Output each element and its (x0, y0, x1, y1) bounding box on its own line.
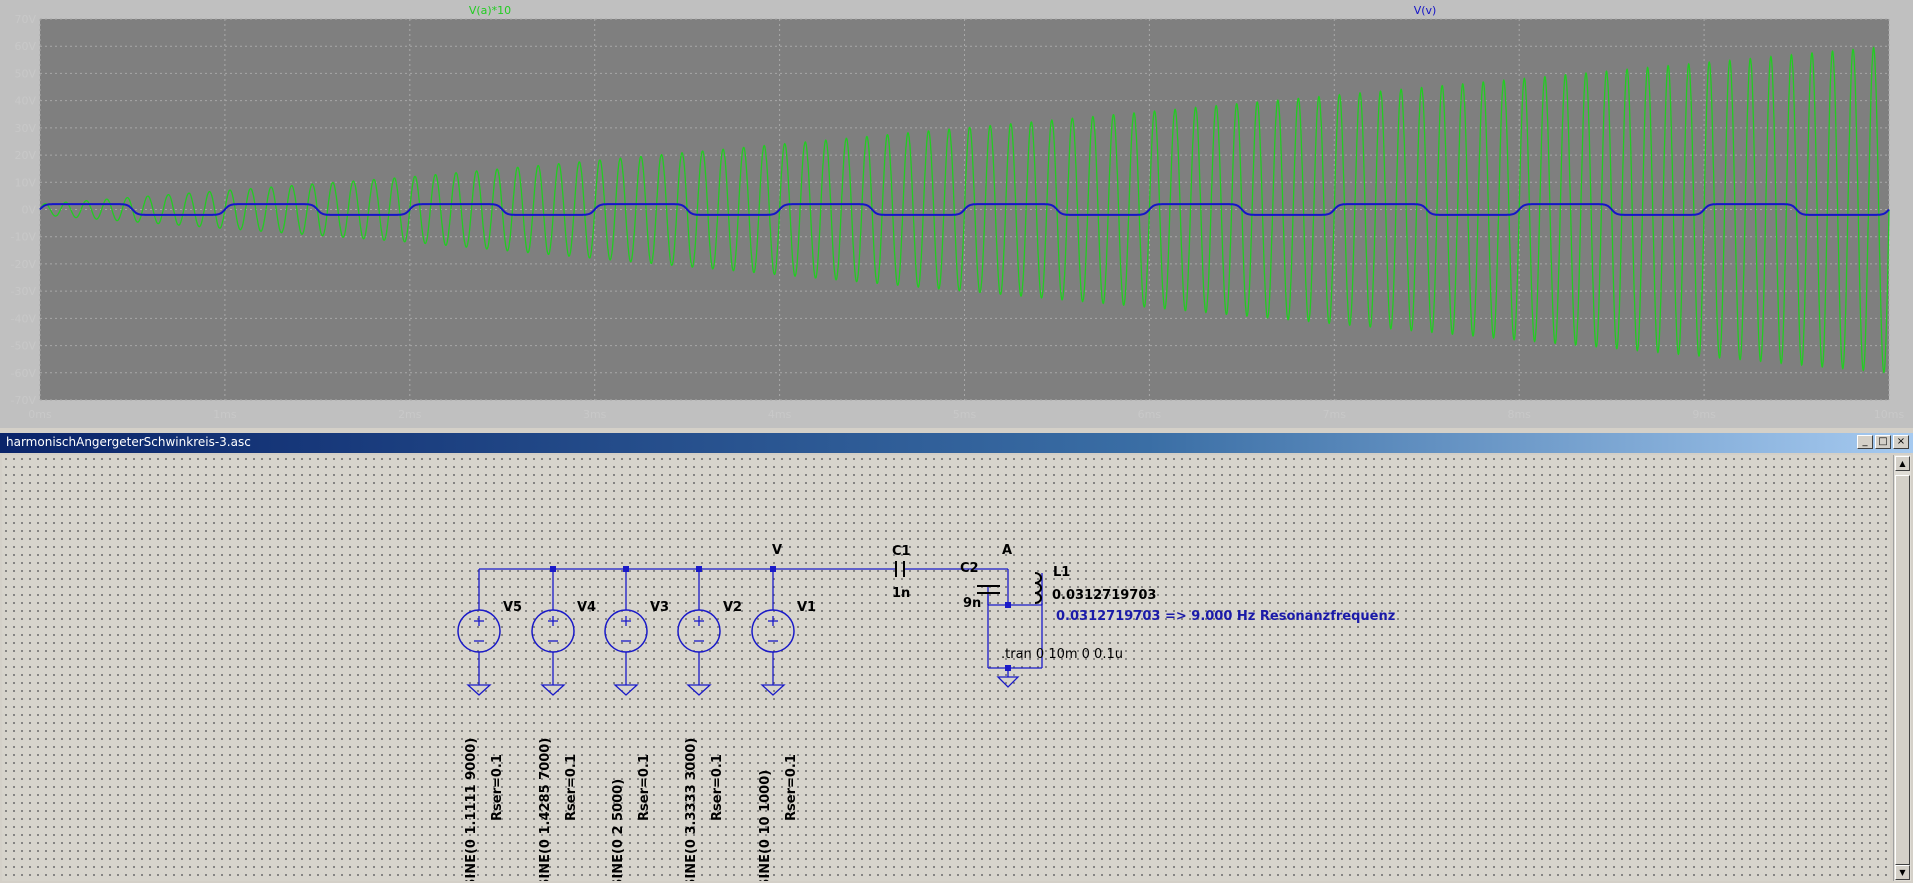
y-tick-label: 70V (14, 13, 36, 26)
y-tick-label: -50V (11, 340, 37, 353)
x-tick-label: 2ms (398, 408, 422, 421)
junction-dot (1005, 602, 1011, 608)
c1-value: 1n (892, 586, 910, 601)
x-tick-label: 10ms (1874, 408, 1905, 421)
voltage-source-v3[interactable]: V3 SINE(0 2 5000) Rser=0.1 (604, 569, 669, 881)
y-tick-label: 20V (14, 149, 36, 162)
source-rser: Rser=0.1 (784, 754, 799, 821)
waveform-plot[interactable]: 0ms 1ms 2ms 3ms 4ms 5ms 6ms 7ms 8ms 9ms 10ms 70V 60V… (0, 0, 1913, 428)
ground-symbol (686, 684, 712, 696)
y-tick-label: -70V (11, 394, 37, 407)
trace-label[interactable]: V(a)*10 (469, 4, 511, 17)
ground-symbol (466, 684, 492, 696)
voltage-sources[interactable]: V5 SINE(0 1.1111 9000) Rser=0.1 V4 SINE(0 1.… (457, 569, 816, 881)
schematic-titlebar[interactable]: harmonischAngergeterSchwinkreis-3.asc _ … (0, 433, 1913, 453)
tran-directive[interactable]: .tran 0 10m 0 0.1u (1001, 647, 1123, 662)
x-tick-label: 4ms (768, 408, 792, 421)
capacitor-c1[interactable]: C1 1n (892, 544, 911, 601)
net-label-a: A (1002, 543, 1012, 558)
x-tick-label: 9ms (1692, 408, 1716, 421)
waveform-plot-pane[interactable]: 0ms 1ms 2ms 3ms 4ms 5ms 6ms 7ms 8ms 9ms 10ms 70V 60V… (0, 0, 1913, 428)
source-name: V1 (797, 600, 816, 615)
y-tick-label: 50V (14, 67, 36, 80)
x-tick-label: 5ms (953, 408, 977, 421)
x-tick-label: 0ms (28, 408, 52, 421)
source-rser: Rser=0.1 (490, 754, 505, 821)
source-value: SINE(0 10 1000) (758, 770, 773, 881)
y-tick-label: -20V (11, 258, 37, 271)
ground-symbol (613, 684, 639, 696)
c2-name: C2 (960, 561, 979, 576)
schematic-window[interactable]: harmonischAngergeterSchwinkreis-3.asc _ … (0, 433, 1913, 883)
y-tick-label: 0V (21, 204, 36, 217)
schematic-drawing[interactable]: V5 SINE(0 1.1111 9000) Rser=0.1 V4 SINE(0 1.… (2, 455, 1890, 881)
source-value: SINE(0 2 5000) (611, 779, 626, 881)
source-value: SINE(0 1.4285 7000) (538, 738, 553, 881)
source-name: V3 (650, 600, 669, 615)
y-tick-label: 30V (14, 122, 36, 135)
net-label-v: V (772, 543, 782, 558)
x-tick-label: 7ms (1323, 408, 1347, 421)
voltage-source-v2[interactable]: V2 SINE(0 3.3333 3000) Rser=0.1 (677, 569, 742, 881)
x-tick-label: 3ms (583, 408, 607, 421)
l1-name: L1 (1053, 565, 1070, 580)
schematic-window-title: harmonischAngergeterSchwinkreis-3.asc (6, 435, 251, 449)
schematic-wires (479, 566, 1043, 688)
voltage-source-v4[interactable]: V4 SINE(0 1.4285 7000) Rser=0.1 (531, 569, 596, 881)
voltage-source-v1[interactable]: V1 SINE(0 10 1000) Rser=0.1 (751, 569, 816, 881)
ground-symbol (996, 676, 1020, 688)
close-button[interactable]: × (1893, 435, 1909, 449)
voltage-source-v5[interactable]: V5 SINE(0 1.1111 9000) Rser=0.1 (457, 569, 522, 881)
source-rser: Rser=0.1 (564, 754, 579, 821)
scrollbar-thumb[interactable] (1895, 475, 1910, 865)
source-name: V2 (723, 600, 742, 615)
x-tick-label: 8ms (1507, 408, 1531, 421)
y-tick-label: 10V (14, 176, 36, 189)
x-tick-label: 6ms (1138, 408, 1162, 421)
scroll-down-arrow-icon[interactable]: ▼ (1895, 865, 1910, 880)
y-tick-label: 60V (14, 40, 36, 53)
c1-name: C1 (892, 544, 911, 559)
source-rser: Rser=0.1 (710, 754, 725, 821)
source-value: SINE(0 3.3333 3000) (684, 738, 699, 881)
inductor-l1[interactable]: L1 0.0312719703 (1034, 565, 1156, 604)
resonance-comment: 0.0312719703 => 9.000 Hz Resonanzfrequen… (1056, 609, 1395, 624)
y-tick-label: 40V (14, 95, 36, 108)
y-tick-label: -40V (11, 312, 37, 325)
minimize-button[interactable]: _ (1857, 435, 1873, 449)
ground-symbol (540, 684, 566, 696)
l1-value: 0.0312719703 (1052, 588, 1156, 603)
trace-label[interactable]: V(v) (1414, 4, 1437, 17)
ground-symbol (760, 684, 786, 696)
c2-value: 9n (963, 596, 981, 611)
source-name: V4 (577, 600, 596, 615)
y-tick-label: -30V (11, 285, 37, 298)
source-value: SINE(0 1.1111 9000) (464, 738, 479, 881)
y-tick-label: -10V (11, 231, 37, 244)
schematic-canvas[interactable]: V5 SINE(0 1.1111 9000) Rser=0.1 V4 SINE(0 1.… (2, 455, 1890, 881)
maximize-button[interactable]: □ (1875, 435, 1891, 449)
y-tick-label: -60V (11, 367, 37, 380)
junction-dot (1005, 665, 1011, 671)
scroll-up-arrow-icon[interactable]: ▲ (1895, 456, 1910, 471)
source-rser: Rser=0.1 (637, 754, 652, 821)
x-tick-label: 1ms (213, 408, 237, 421)
source-name: V5 (503, 600, 522, 615)
vertical-scrollbar[interactable]: ▲ ▼ (1893, 455, 1911, 881)
